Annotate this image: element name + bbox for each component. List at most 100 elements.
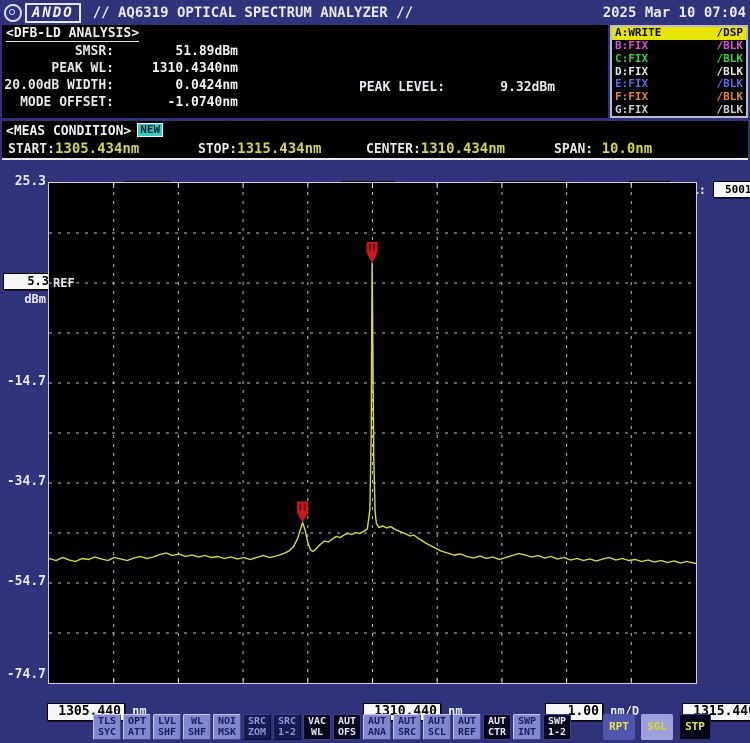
softkey-aut-ctr[interactable]: AUTCTR xyxy=(483,714,511,740)
softkey-aut-scl[interactable]: AUTSCL xyxy=(423,714,451,740)
sampling-setting: SMPL: 5001(AUTO) xyxy=(641,163,750,181)
softkey-label: INT xyxy=(518,727,536,738)
resolution-setting: RES: 0.010 nm xyxy=(276,163,417,181)
softkey-label: SHF xyxy=(188,727,206,738)
y-axis-label: -34.7 xyxy=(0,474,46,490)
softkey-wl-shf[interactable]: WLSHF xyxy=(183,714,211,740)
y-axis-label: -74.7 xyxy=(0,667,46,683)
y-axis-label: -14.7 xyxy=(0,374,46,390)
softkey-opt-att[interactable]: OPTATT xyxy=(123,714,151,740)
osa-screen: ANDO // AQ6319 OPTICAL SPECTRUM ANALYZER… xyxy=(0,0,750,743)
softkey-aut-src[interactable]: AUTSRC xyxy=(393,714,421,740)
meas-field-value[interactable]: 1310.434nm xyxy=(421,141,505,157)
trace-name: E:FIX xyxy=(615,78,648,90)
softkey-tls-syc[interactable]: TLSSYC xyxy=(93,714,121,740)
trace-row-e[interactable]: E:FIX/BLK xyxy=(612,78,746,91)
trace-name: A:WRITE xyxy=(615,27,661,39)
trace-mode: /BLK xyxy=(717,78,744,90)
softkey-lvl-shf[interactable]: LVLSHF xyxy=(153,714,181,740)
analysis-label: MODE OFFSET: xyxy=(2,94,114,111)
analysis-value: 51.89dBm xyxy=(114,43,238,60)
softkey-label: SCL xyxy=(428,727,446,738)
softkey-label: ANA xyxy=(368,727,386,738)
x-start-group: 1305.440 nm xyxy=(18,684,147,702)
softkey-label: AUT xyxy=(488,716,506,727)
analysis-title: <DFB-LD ANALYSIS> xyxy=(6,26,139,42)
analysis-label: 20.00dB WIDTH: xyxy=(2,77,114,94)
softkey-vac-wl[interactable]: VACWL xyxy=(303,714,331,740)
trace-mode: /DSP xyxy=(717,27,744,39)
meas-field-label: CENTER: xyxy=(366,142,421,157)
softkey-stp[interactable]: STP xyxy=(679,714,711,740)
side-mode-marker[interactable] xyxy=(297,502,308,523)
softkey-label: MSK xyxy=(218,727,236,738)
meas-field-value[interactable]: 10.0nm xyxy=(593,141,652,157)
sensitivity-setting: SENS: MID xyxy=(420,163,566,181)
x-center-group: 1310.440 nm xyxy=(334,684,463,702)
meas-condition-panel: <MEAS CONDITION>NEW START:1305.434nmSTOP… xyxy=(2,121,748,160)
dfb-ld-analysis-panel: <DFB-LD ANALYSIS> SMSR:51.89dBmPEAK WL:1… xyxy=(2,25,608,118)
spectrum-plot: REF xyxy=(48,182,697,684)
peak-marker[interactable] xyxy=(367,242,378,263)
softkey-label: SHF xyxy=(158,727,176,738)
softkey-aut-ana[interactable]: AUTANA xyxy=(363,714,391,740)
trace-table: A:WRITE/DSPB:FIX/BLKC:FIX/BLKD:FIX/BLKE:… xyxy=(610,25,748,118)
meas-field-label: STOP: xyxy=(198,142,237,157)
softkey-label: VAC xyxy=(308,716,326,727)
analysis-row: SMSR:51.89dBm xyxy=(2,43,608,60)
softkey-label: ATT xyxy=(128,727,146,738)
softkey-label: 1-2 xyxy=(278,727,296,738)
meas-field: START:1305.434nm xyxy=(8,139,139,156)
softkey-label: OPT xyxy=(128,716,146,727)
trace-mode: /BLK xyxy=(717,91,744,103)
meas-field-value[interactable]: 1315.434nm xyxy=(237,141,321,157)
softkey-label: SGL xyxy=(647,721,667,732)
spectrum-svg: REF xyxy=(49,183,696,683)
softkey-aut-ofs[interactable]: AUTOFS xyxy=(333,714,361,740)
trace-mode: /BLK xyxy=(717,53,744,65)
ando-logo-mark-icon xyxy=(4,4,22,22)
header: ANDO // AQ6319 OPTICAL SPECTRUM ANALYZER… xyxy=(4,2,746,23)
softkey-label: CTR xyxy=(488,727,506,738)
softkey-toolbar: TLSSYCOPTATTLVLSHFWLSHFNOIMSKSRCZOMSRC1-… xyxy=(93,713,713,740)
meas-field: STOP:1315.434nm xyxy=(198,139,321,156)
softkey-noi-msk[interactable]: NOIMSK xyxy=(213,714,241,740)
trace-row-f[interactable]: F:FIX/BLK xyxy=(612,91,746,104)
softkey-swp-int[interactable]: SWPINT xyxy=(513,714,541,740)
peak-level: PEAK LEVEL:9.32dBm xyxy=(312,62,555,79)
ref-level-value[interactable]: 5.3 xyxy=(3,273,53,290)
softkey-src-1-2[interactable]: SRC1-2 xyxy=(273,714,301,740)
softkey-sgl[interactable]: SGL xyxy=(641,714,673,740)
trace-name: B:FIX xyxy=(615,40,648,52)
trace-row-a[interactable]: A:WRITE/DSP xyxy=(612,27,746,40)
softkey-swp-1-2[interactable]: SWP1-2 xyxy=(543,714,571,740)
smpl-value[interactable]: 5001(AUTO) xyxy=(713,181,750,198)
softkey-label: NOI xyxy=(218,716,236,727)
softkey-rpt[interactable]: RPT xyxy=(603,714,635,740)
ref-line-label: REF xyxy=(53,276,75,290)
y-axis-label: 25.3 xyxy=(0,174,46,190)
trace-row-c[interactable]: C:FIX/BLK xyxy=(612,52,746,65)
softkey-label: SRC xyxy=(248,716,266,727)
trace-row-d[interactable]: D:FIX/BLK xyxy=(612,65,746,78)
softkey-label: STP xyxy=(685,721,705,732)
trace-row-b[interactable]: B:FIX/BLK xyxy=(612,40,746,53)
analysis-label: SMSR: xyxy=(2,43,114,60)
softkey-label: WL xyxy=(191,716,203,727)
trace-row-g[interactable]: G:FIX/BLK xyxy=(612,103,746,116)
softkey-label: SWP xyxy=(548,716,566,727)
softkey-label: AUT xyxy=(398,716,416,727)
peak-level-value: 9.32dBm xyxy=(445,79,555,96)
trace-mode: /BLK xyxy=(717,66,744,78)
meas-field-label: START: xyxy=(8,142,55,157)
meas-field-value[interactable]: 1305.434nm xyxy=(55,141,139,157)
softkey-src-zom[interactable]: SRCZOM xyxy=(243,714,271,740)
analysis-value: 0.0424nm xyxy=(114,77,238,94)
softkey-label: RPT xyxy=(609,721,629,732)
x-stop-group: 1315.440 nm xyxy=(653,684,750,702)
softkey-label: AUT xyxy=(368,716,386,727)
analysis-value: -1.0740nm xyxy=(114,94,238,111)
softkey-label: SRC xyxy=(278,716,296,727)
peak-level-label: PEAK LEVEL: xyxy=(359,80,445,95)
softkey-aut-ref[interactable]: AUTREF xyxy=(453,714,481,740)
